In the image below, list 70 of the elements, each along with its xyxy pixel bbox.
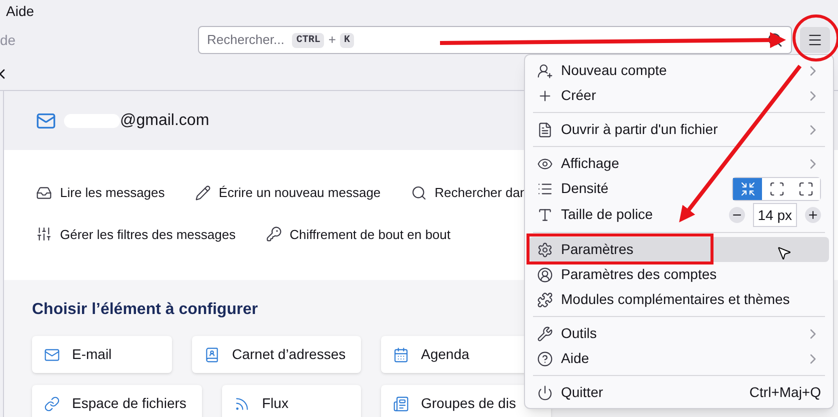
menu-item-label: Densité (561, 179, 608, 198)
menu-item-label: Modules complémentaires et thèmes (561, 290, 790, 309)
setup-card[interactable]: Flux (222, 385, 361, 417)
menu-item-label: Aide (561, 349, 590, 368)
menu-item-label: Paramètres (561, 240, 634, 259)
font-size-value: 14 px (752, 202, 797, 226)
add-user-icon (537, 62, 553, 78)
setup-card[interactable]: E-mail (32, 336, 172, 373)
user-icon (537, 266, 553, 282)
sliders-icon (36, 226, 52, 242)
envelope-icon (44, 346, 60, 362)
document-icon (537, 122, 553, 138)
plus-icon (807, 208, 819, 220)
puzzle-icon (537, 292, 553, 308)
menu-item[interactable]: Modules complémentaires et thèmes (529, 287, 829, 312)
calendar-icon (393, 346, 409, 362)
inbox-icon (36, 184, 52, 201)
power-icon (537, 384, 553, 400)
help-icon (537, 350, 553, 366)
menu-item-label: Ouvrir à partir d'un fichier (561, 120, 718, 139)
feed-icon (234, 396, 250, 412)
address-book-icon (204, 346, 220, 362)
menu-item[interactable]: Paramètres des comptes (529, 262, 829, 287)
menu-item-label: Nouveau compte (561, 61, 667, 80)
wrench-icon (537, 326, 553, 342)
action-link[interactable]: Lire les messages (36, 183, 165, 202)
key-icon (266, 226, 282, 242)
action-link[interactable]: Gérer les filtres des messages (36, 224, 236, 244)
menu-item-label: Affichage (561, 154, 620, 173)
toolbar-text: de (0, 30, 17, 50)
menu-item-label: Quitter (561, 383, 604, 402)
density-option[interactable] (762, 178, 791, 200)
shortcut-text: Ctrl+Maj+Q (749, 383, 821, 402)
menu-item[interactable]: Paramètres (529, 237, 829, 262)
action-link[interactable]: Chiffrement de bout en bout (266, 224, 451, 244)
menu-item[interactable]: Nouveau compte (529, 58, 829, 83)
account-email: @gmail.com (120, 110, 210, 130)
key-cap: K (340, 32, 354, 48)
settings-icon (537, 242, 553, 258)
font-icon (537, 206, 553, 222)
menu-item[interactable]: Créer (529, 83, 829, 108)
menu-item-label: Créer (561, 86, 596, 105)
newspaper-icon (393, 396, 409, 412)
envelope-icon (36, 110, 56, 130)
search-field[interactable]: Rechercher... CTRL + K (198, 26, 792, 54)
menu-bar-item[interactable]: Aide (6, 0, 34, 22)
increase-button[interactable] (805, 206, 821, 222)
density-option[interactable] (791, 178, 820, 200)
compact-icon (740, 180, 756, 196)
menu-item-label: Paramètres des comptes (561, 265, 717, 284)
menu-item[interactable]: Affichage (529, 151, 829, 176)
cursor-icon (776, 244, 792, 262)
setup-card[interactable]: Carnet d’adresses (192, 336, 361, 373)
menu-icon (807, 32, 823, 48)
menu-item-label: Outils (561, 324, 597, 343)
key-cap: CTRL (292, 32, 324, 48)
normal-icon (768, 180, 784, 196)
section-title: Choisir l’élément à configurer (32, 300, 258, 320)
search-icon (767, 32, 783, 48)
link-icon (44, 396, 60, 412)
plus-sign: + (328, 31, 336, 50)
menu-item-label: Taille de police (561, 205, 653, 224)
action-link[interactable]: Écrire un nouveau message (194, 183, 381, 202)
pencil-icon (194, 184, 211, 201)
search-icon (410, 184, 427, 201)
setup-card[interactable]: Espace de fichiers (32, 385, 202, 417)
decrease-button[interactable] (728, 206, 745, 222)
menu-item[interactable]: Ouvrir à partir d'un fichier (529, 117, 829, 142)
menu-button[interactable] (800, 27, 830, 53)
expand-icon (798, 180, 814, 196)
